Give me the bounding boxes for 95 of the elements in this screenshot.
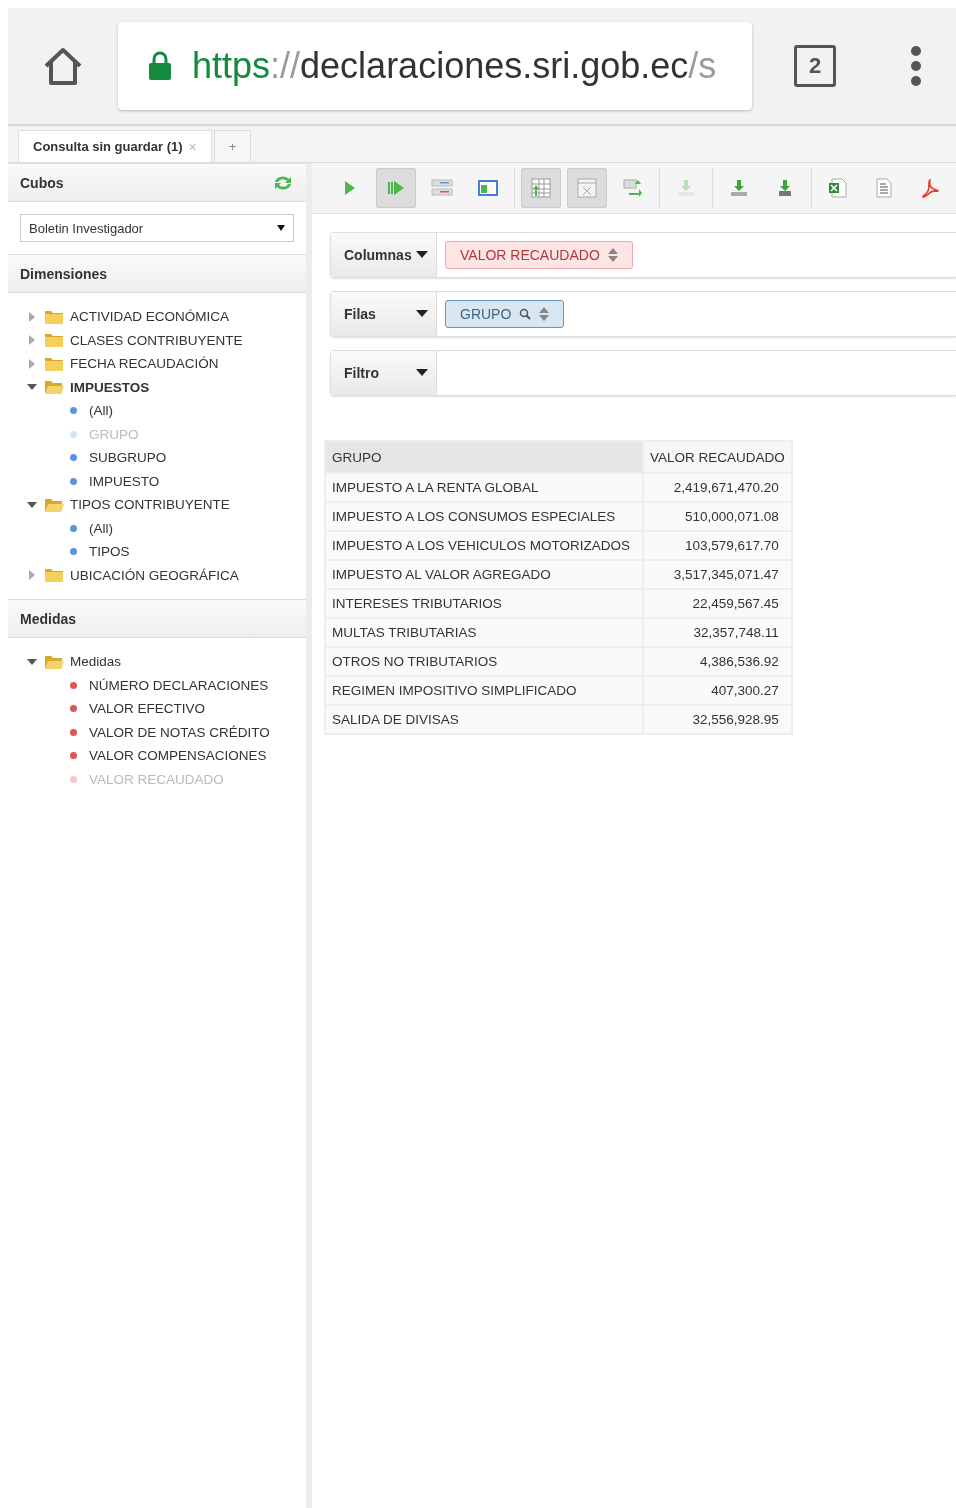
folder-icon	[44, 567, 64, 584]
search-icon[interactable]	[519, 308, 532, 320]
sort-icon[interactable]	[539, 307, 550, 321]
drop-zone[interactable]: Filas GRUPO	[330, 291, 956, 337]
field-chip[interactable]: GRUPO	[445, 300, 565, 328]
bullet-icon	[70, 454, 77, 462]
table-cell: 510,000,071.08	[643, 502, 792, 531]
table-icon	[531, 178, 551, 198]
tree-folder-label[interactable]: UBICACIÓN GEOGRÁFICA	[70, 567, 239, 583]
field-chip[interactable]: VALOR RECAUDADO	[445, 241, 633, 269]
table-cell: IMPUESTO A LA RENTA GLOBAL	[325, 473, 644, 502]
zone-label: Filas	[344, 306, 376, 322]
address-bar[interactable]: https://declaraciones.sri.gob.ec/s	[118, 22, 752, 110]
table-cell: INTERESES TRIBUTARIOS	[325, 589, 644, 618]
bullet-icon	[70, 705, 77, 713]
tree-item[interactable]: VALOR EFECTIVO	[89, 701, 206, 717]
document-icon	[875, 178, 893, 198]
tree-item[interactable]: NÚMERO DECLARACIONES	[89, 677, 269, 693]
bullet-icon	[70, 681, 77, 689]
tree-folder-label[interactable]: Medidas	[70, 654, 122, 670]
hide-table-icon	[577, 178, 597, 198]
dropdown-arrow-icon[interactable]	[416, 369, 428, 377]
download-icon	[676, 179, 696, 197]
menu-icon[interactable]	[910, 46, 922, 86]
table-cell: 3,517,345,071.47	[643, 560, 792, 589]
tree-folder-label[interactable]: ACTIVIDAD ECONÓMICA	[70, 309, 229, 325]
drop-zone[interactable]: Filtro	[330, 350, 956, 396]
table-cell: 32,556,928.95	[643, 705, 792, 734]
sort-icon[interactable]	[607, 248, 618, 262]
open-folder-icon	[44, 496, 64, 513]
tree-item[interactable]: SUBGRUPO	[89, 450, 167, 466]
drop-zone[interactable]: Columnas VALOR RECAUDADO	[330, 232, 956, 278]
bullet-icon	[70, 407, 77, 415]
dropdown-arrow-icon	[277, 224, 285, 232]
tree-folder-label[interactable]: CLASES CONTRIBUYENTE	[70, 332, 243, 348]
toolbar-button[interactable]	[376, 168, 416, 208]
table-cell: 407,300.27	[643, 676, 792, 705]
column-header: GRUPO	[325, 441, 644, 473]
table-cell: 4,386,536.92	[643, 647, 792, 676]
swap-icon	[623, 179, 643, 197]
home-icon[interactable]	[42, 46, 84, 86]
query-tab[interactable]: Consulta sin guardar (1) ×	[18, 130, 212, 162]
zone-label: Columnas	[344, 247, 412, 263]
table-cell: 22,459,567.45	[643, 589, 792, 618]
tree-item[interactable]: VALOR COMPENSACIONES	[89, 748, 267, 764]
bullet-icon	[70, 524, 77, 532]
tree-folder-label[interactable]: TIPOS CONTRIBUYENTE	[70, 497, 230, 513]
table-cell: 32,357,748.11	[643, 618, 792, 647]
section-title: Medidas	[20, 610, 76, 627]
dropdown-arrow-icon[interactable]	[416, 251, 428, 259]
download-icon	[729, 179, 749, 197]
open-folder-icon	[44, 379, 64, 396]
tab-count[interactable]: 2	[794, 45, 836, 87]
tree-item[interactable]: IMPUESTO	[89, 473, 160, 489]
table-cell: SALIDA DE DIVISAS	[325, 705, 644, 734]
table-cell: 103,579,617.70	[643, 531, 792, 560]
tree-item[interactable]: TIPOS	[89, 544, 130, 560]
table-cell: IMPUESTO AL VALOR AGREGADO	[325, 560, 644, 589]
list-icon	[431, 179, 453, 197]
section-title: Dimensiones	[20, 265, 108, 282]
tree-item[interactable]: (All)	[89, 520, 113, 536]
section-title: Cubos	[20, 174, 64, 191]
refresh-icon[interactable]	[272, 173, 294, 192]
tree-item[interactable]: (All)	[89, 403, 113, 419]
table-cell: OTROS NO TRIBUTARIOS	[325, 647, 644, 676]
folder-icon	[44, 332, 64, 349]
table-cell: IMPUESTO A LOS CONSUMOS ESPECIALES	[325, 502, 644, 531]
folder-icon	[44, 308, 64, 325]
bullet-icon	[70, 430, 77, 438]
bullet-icon	[70, 775, 77, 783]
pdf-icon	[920, 178, 940, 198]
column-header: VALOR RECAUDADO	[643, 441, 792, 473]
zone-label: Filtro	[344, 365, 379, 381]
table-cell: MULTAS TRIBUTARIAS	[325, 618, 644, 647]
folder-icon	[44, 355, 64, 372]
bullet-icon	[70, 752, 77, 760]
tree-folder-label[interactable]: IMPUESTOS	[70, 379, 150, 395]
bullet-icon	[70, 728, 77, 736]
dropdown-arrow-icon[interactable]	[416, 310, 428, 318]
table-cell: IMPUESTO A LOS VEHICULOS MOTORIZADOS	[325, 531, 644, 560]
tree-folder-label[interactable]: FECHA RECAUDACIÓN	[70, 356, 219, 372]
cube-select[interactable]: Boletin Investigador	[20, 214, 294, 242]
table-cell: 2,419,671,470.20	[643, 473, 792, 502]
run-icon	[387, 180, 405, 196]
open-folder-icon	[44, 653, 64, 670]
play-icon	[344, 180, 356, 196]
toolbar-button[interactable]	[521, 168, 561, 208]
bullet-icon	[70, 548, 77, 556]
tree-item[interactable]: VALOR DE NOTAS CRÉDITO	[89, 724, 270, 740]
spreadsheet-icon	[828, 178, 848, 198]
table-cell: REGIMEN IMPOSITIVO SIMPLIFICADO	[325, 676, 644, 705]
padlock-icon	[148, 51, 172, 81]
url-text: https://declaraciones.sri.gob.ec/s	[192, 45, 717, 87]
bullet-icon	[70, 477, 77, 485]
window-icon	[478, 180, 498, 196]
